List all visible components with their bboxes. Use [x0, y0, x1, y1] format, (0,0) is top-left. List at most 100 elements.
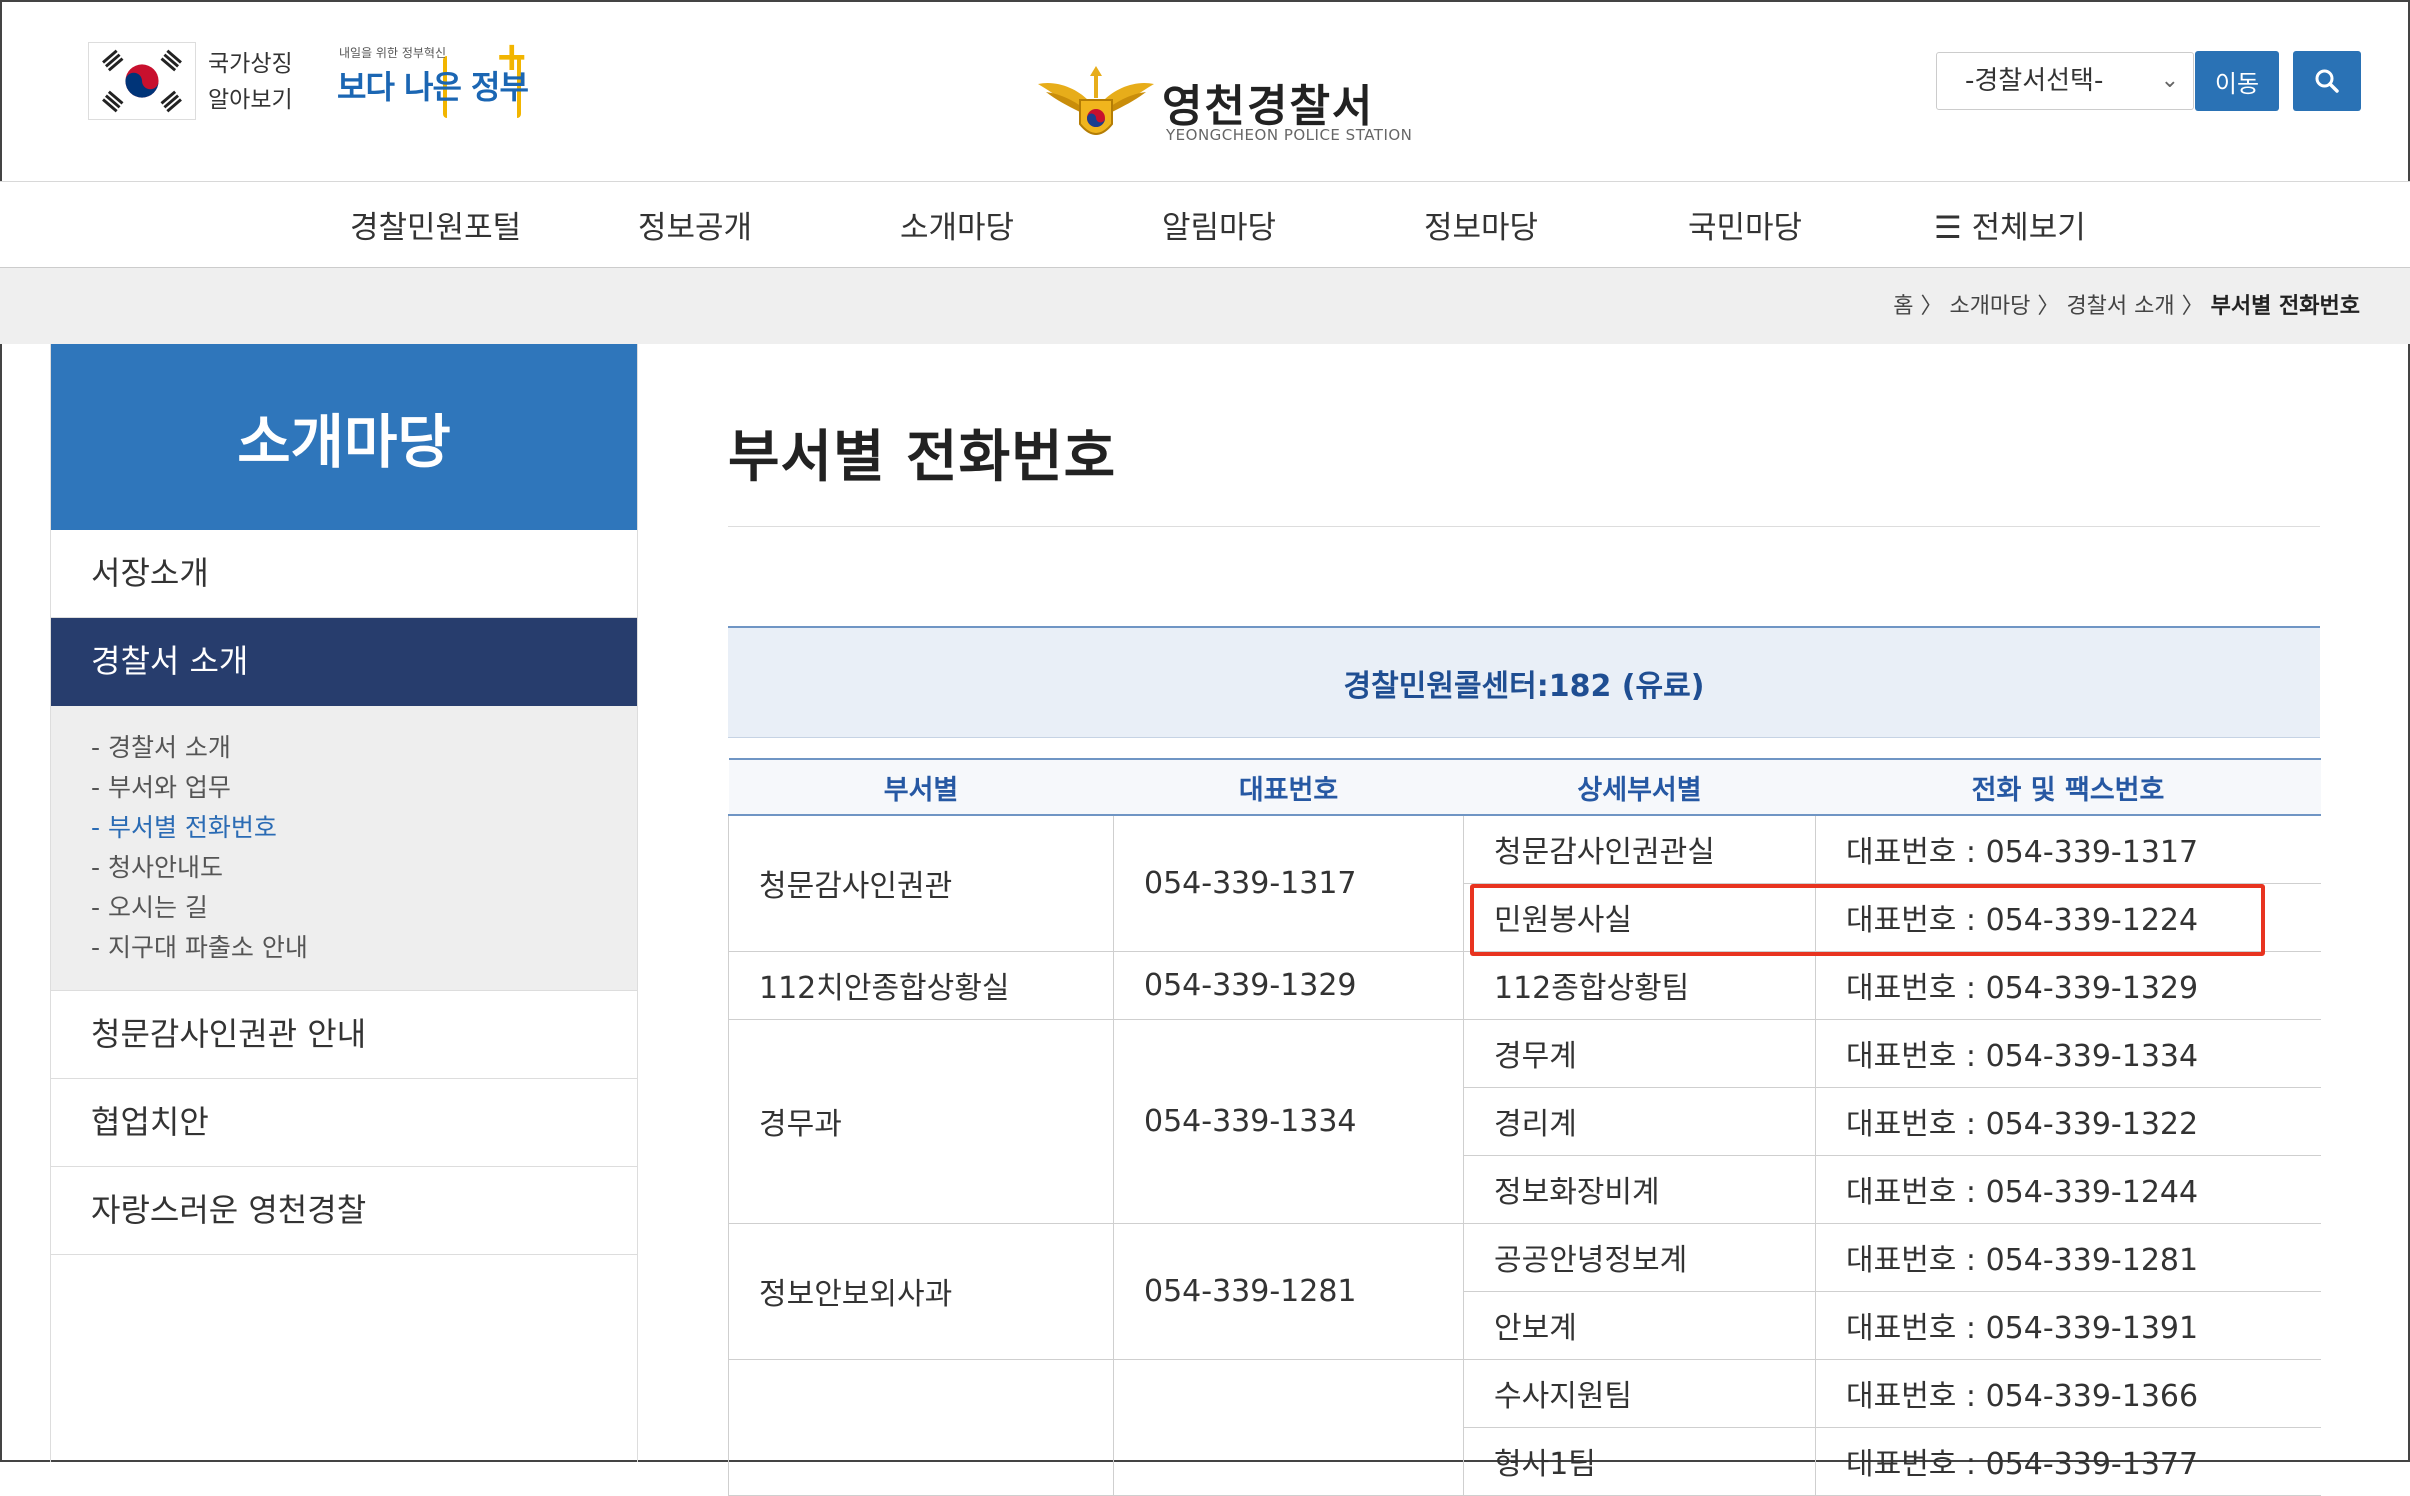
submenu-item-current[interactable]: - 부서별 전화번호 [91, 808, 637, 848]
subdept-cell: 안보계 [1463, 1290, 1816, 1360]
table-row: 정보안보외사과 054-339-1281 공공안녕정보계 대표번호 : 054-… [728, 1222, 2321, 1360]
submenu-item[interactable]: - 지구대 파출소 안내 [91, 928, 637, 968]
symbol-label-line2: 알아보기 [208, 87, 293, 113]
nav-introduction[interactable]: 소개마당 [900, 202, 1014, 247]
table-header-row: 부서별 대표번호 상세부서별 전화 및 팩스번호 [728, 758, 2321, 816]
sidebar-item-proud-police[interactable]: 자랑스러운 영천경찰 [51, 1167, 637, 1255]
sidebar-item-cooperation[interactable]: 협업치안 [51, 1079, 637, 1167]
submenu-bullet: - [91, 813, 101, 842]
breadcrumb-level2[interactable]: 경찰서 소개 [2066, 294, 2174, 319]
nav-view-all-label: 전체보기 [1971, 210, 2086, 246]
move-button[interactable]: 이동 [2195, 51, 2279, 111]
call-center-box: 경찰민원콜센터:182 (유료) [728, 626, 2320, 738]
title-divider [728, 526, 2320, 527]
subdept-cell: 112종합상황팀 [1463, 950, 1816, 1020]
search-button[interactable] [2293, 51, 2361, 111]
nav-view-all[interactable]: ☰ 전체보기 [1934, 202, 2086, 247]
breadcrumb-separator: 〉 [2181, 294, 2204, 319]
gov-slogan-b: 정부 [471, 68, 529, 106]
phone-cell: 대표번호 : 054-339-1334 [1815, 1018, 2321, 1088]
submenu-bullet: - [91, 773, 101, 802]
submenu-label: 오시는 길 [107, 893, 208, 922]
dept-cell: 정보안보외사과 [728, 1222, 1114, 1360]
submenu-item[interactable]: - 청사안내도 [91, 848, 637, 888]
subdept-cell: 청문감사인권관실 [1463, 814, 1816, 884]
breadcrumb-separator: 〉 [2037, 294, 2060, 319]
subdept-cell: 정보화장비계 [1463, 1154, 1816, 1224]
table-row: 청문감사인권관 054-339-1317 청문감사인권관실 대표번호 : 054… [728, 814, 2321, 952]
better-government-logo[interactable]: + 내일을 위한 정부혁신 보다 나은 정부 [335, 34, 531, 122]
submenu-item[interactable]: - 부서와 업무 [91, 768, 637, 808]
police-emblem-icon[interactable] [1036, 62, 1156, 146]
hamburger-menu-icon: ☰ [1934, 210, 1962, 246]
dept-cell: 청문감사인권관 [728, 814, 1114, 952]
submenu-label: 경찰서 소개 [107, 733, 231, 762]
breadcrumb-home[interactable]: 홈 [1893, 294, 1913, 319]
submenu-item[interactable]: - 오시는 길 [91, 888, 637, 928]
sidebar-title: 소개마당 [51, 344, 637, 530]
symbol-label-line1: 국가상징 [208, 51, 293, 77]
submenu-bullet: - [91, 853, 101, 882]
breadcrumb: 홈 〉 소개마당 〉 경찰서 소개 〉 부서별 전화번호 [1893, 288, 2360, 320]
table-row: 경무과 054-339-1334 경무계 대표번호 : 054-339-1334 [728, 1018, 2321, 1224]
breadcrumb-bar: 홈 〉 소개마당 〉 경찰서 소개 〉 부서별 전화번호 [0, 268, 2410, 344]
main-number-cell [1113, 1358, 1464, 1496]
phone-cell: 대표번호 : 054-339-1281 [1815, 1222, 2321, 1292]
chevron-down-icon: ⌄ [2160, 68, 2179, 93]
submenu-bullet: - [91, 893, 101, 922]
nav-civil-portal[interactable]: 경찰민원포털 [350, 202, 521, 247]
nav-citizen[interactable]: 국민마당 [1688, 202, 1802, 247]
nav-notice[interactable]: 알림마당 [1162, 202, 1276, 247]
main-number-cell: 054-339-1329 [1113, 950, 1464, 1020]
col-header-subdept: 상세부서별 [1463, 758, 1816, 816]
main-number-cell: 054-339-1334 [1113, 1018, 1464, 1224]
main-number-cell: 054-339-1317 [1113, 814, 1464, 952]
subdept-cell: 공공안녕정보계 [1463, 1222, 1816, 1292]
submenu-label: 부서별 전화번호 [107, 813, 277, 842]
submenu-label: 부서와 업무 [107, 773, 231, 802]
sidebar-submenu: - 경찰서 소개 - 부서와 업무 - 부서별 전화번호 - 청사안내도 - 오… [51, 706, 637, 991]
phone-cell: 대표번호 : 054-339-1391 [1815, 1290, 2321, 1360]
col-header-main: 대표번호 [1113, 758, 1464, 816]
subdept-cell: 경리계 [1463, 1086, 1816, 1156]
site-header: 국가상징 알아보기 + 내일을 위한 정부혁신 보다 나은 정부 영천경찰서 Y… [0, 0, 2410, 182]
sidebar-item-audit[interactable]: 청문감사인권관 안내 [51, 991, 637, 1079]
table-row: 수사지원팀 대표번호 : 054-339-1366 [728, 1358, 2321, 1496]
col-header-dept: 부서별 [728, 758, 1114, 816]
subdept-cell: 수사지원팀 [1463, 1358, 1816, 1428]
submenu-label: 청사안내도 [107, 853, 223, 882]
phone-cell: 대표번호 : 054-339-1377 [1815, 1426, 2321, 1496]
phone-table: 부서별 대표번호 상세부서별 전화 및 팩스번호 청문감사인권관 054-339… [728, 758, 2321, 1496]
page-title: 부서별 전화번호 [728, 425, 1117, 490]
highlight-box [1470, 884, 2265, 956]
sidebar-item-chief[interactable]: 서장소개 [51, 530, 637, 618]
submenu-bullet: - [91, 733, 101, 762]
dept-cell: 112치안종합상황실 [728, 950, 1114, 1020]
breadcrumb-current: 부서별 전화번호 [2210, 294, 2360, 319]
subdept-cell: 경무계 [1463, 1018, 1816, 1088]
nav-info-disclosure[interactable]: 정보공개 [638, 202, 752, 247]
main-number-cell: 054-339-1281 [1113, 1222, 1464, 1360]
sidebar-item-station-intro[interactable]: 경찰서 소개 [51, 618, 637, 706]
dept-cell [728, 1358, 1114, 1496]
site-brand-english: YEONGCHEON POLICE STATION [1166, 126, 1413, 144]
site-brand-name[interactable]: 영천경찰서 [1162, 70, 1374, 134]
phone-cell: 대표번호 : 054-339-1366 [1815, 1358, 2321, 1428]
gov-slogan-a: 보다 나은 [337, 68, 462, 106]
phone-cell: 대표번호 : 054-339-1329 [1815, 950, 2321, 1020]
taegukgi-flag-icon[interactable] [88, 42, 196, 120]
breadcrumb-separator: 〉 [1920, 294, 1943, 319]
col-header-phone: 전화 및 팩스번호 [1815, 758, 2321, 816]
submenu-bullet: - [91, 933, 101, 962]
station-select[interactable]: -경찰서선택- ⌄ [1936, 52, 2194, 110]
dept-cell: 경무과 [728, 1018, 1114, 1224]
submenu-label: 지구대 파출소 안내 [107, 933, 308, 962]
nav-information[interactable]: 정보마당 [1424, 202, 1538, 247]
gov-slogan-small: 내일을 위한 정부혁신 [339, 46, 446, 60]
sidebar: 소개마당 서장소개 경찰서 소개 - 경찰서 소개 - 부서와 업무 - 부서별… [50, 344, 638, 1462]
search-icon [2315, 69, 2339, 93]
gov-slogan-big: 보다 나은 정부 [337, 62, 529, 108]
national-symbol-link[interactable]: 국가상징 알아보기 [208, 46, 293, 118]
breadcrumb-level1[interactable]: 소개마당 [1949, 294, 2030, 319]
submenu-item[interactable]: - 경찰서 소개 [91, 728, 637, 768]
